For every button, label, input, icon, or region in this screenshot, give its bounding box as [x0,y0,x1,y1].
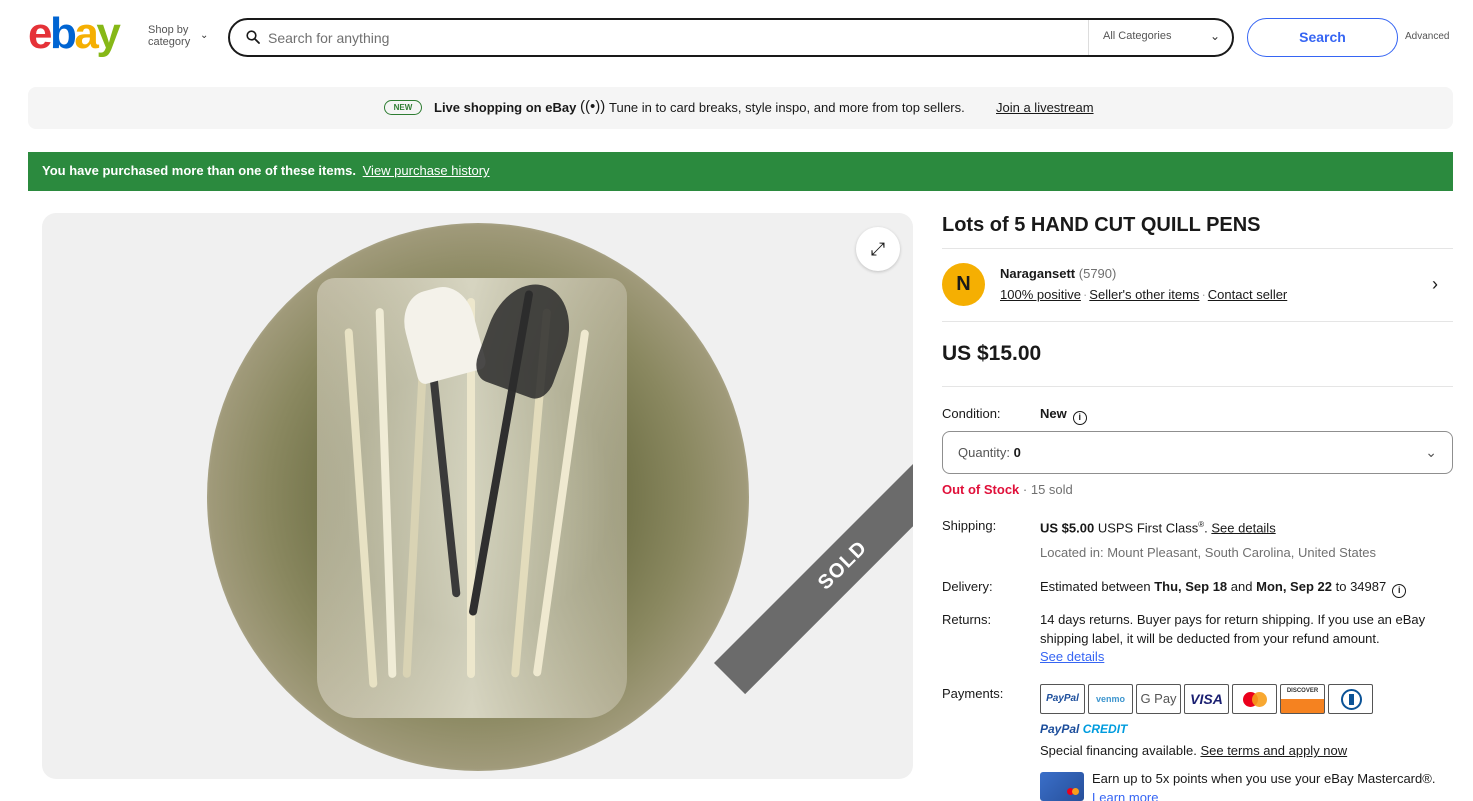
shipping-details-link[interactable]: See details [1211,520,1275,535]
shipping-service: USPS First Class [1097,520,1199,536]
search-bar: All Categories ⌄ [228,18,1234,57]
divider [942,248,1453,249]
shop-by-label: Shop by [148,24,189,36]
new-badge: NEW [384,100,422,115]
chevron-down-icon: ⌄ [1209,29,1220,43]
discover-icon: DISCOVER [1280,684,1325,714]
financing-row: Special financing available. See terms a… [1040,743,1347,758]
returns-line2: shipping label, it will be deducted from… [1040,631,1380,646]
condition-value-row: New i [1040,406,1087,425]
info-icon[interactable]: i [1072,411,1087,425]
advanced-search-link[interactable]: Advanced [1405,31,1449,42]
payments-label: Payments: [942,686,1004,701]
live-banner-text: Tune in to card breaks, style inspo, and… [609,100,965,115]
venmo-icon: venmo [1088,684,1133,714]
shipping-label: Shipping: [942,518,997,533]
category-label: category [148,36,191,48]
image-gallery[interactable]: ⤢ SOLD [42,213,913,779]
condition-label: Condition: [942,406,1001,421]
divider [942,321,1453,322]
chevron-down-icon: ⌄ [200,30,209,41]
seller-feedback-count: (5790) [1078,266,1117,281]
chevron-down-icon: ⌄ [1425,444,1437,460]
divider [942,386,1453,387]
seller-links: 100% positive · Seller's other items · Conta… [1000,287,1288,302]
search-button[interactable]: Search [1247,18,1398,57]
expand-icon[interactable]: ⤢ [856,227,900,271]
ebay-logo[interactable]: ebay [28,12,121,56]
delivery-zip: to 34987 [1335,579,1387,594]
item-location: Located in: Mount Pleasant, South Caroli… [1040,545,1377,560]
feather-vane [396,280,488,386]
delivery-date-start: Thu, Sep 18 [1154,579,1228,594]
search-input[interactable] [268,27,1068,49]
shipping-price: US $5.00 [1040,520,1095,536]
paypal-credit-credit: CREDIT [1082,722,1128,736]
paypal-credit-paypal: PayPal [1040,722,1080,736]
seller-avatar[interactable]: N [942,263,985,306]
search-icon [246,30,260,44]
delivery-pre: Estimated between [1040,579,1151,594]
alert-text: You have purchased more than one of thes… [42,163,356,178]
mastercard-icon [1232,684,1277,714]
broadcast-icon: ((•)) [580,98,606,115]
paypal-icon: PayPal [1040,684,1085,714]
delivery-label: Delivery: [942,579,993,594]
visa-icon: VISA [1184,684,1229,714]
quill-bag [317,272,627,718]
live-banner-title: Live shopping on eBay [434,100,577,115]
returns-line1: 14 days returns. Buyer pays for return s… [1040,612,1426,627]
returns-label: Returns: [942,612,992,627]
diners-club-icon [1328,684,1373,714]
seller-name[interactable]: Naragansett [1000,266,1075,281]
financing-text: Special financing available. [1040,743,1197,758]
live-shopping-banner: NEW Live shopping on eBay ((•)) Tune in … [28,87,1453,129]
condition-value: New [1040,406,1067,421]
quill [344,328,378,688]
delivery-and: and [1230,579,1253,594]
quantity-label: Quantity: [958,445,1011,460]
delivery-value: Estimated between Thu, Sep 18 and Mon, S… [1040,579,1407,598]
category-select[interactable]: All Categories ⌄ [1088,20,1232,55]
join-livestream-link[interactable]: Join a livestream [996,100,1094,115]
chevron-right-icon[interactable]: › [1432,274,1438,295]
view-purchase-history-link[interactable]: View purchase history [363,163,490,178]
out-of-stock-label: Out of Stock [942,482,1020,497]
paypal-credit-logo: PayPal CREDIT [1040,722,1127,736]
header: ebay Shop by category ⌄ All Categories ⌄… [0,0,1473,76]
contact-seller-link[interactable]: Contact seller [1208,287,1287,302]
sold-count: 15 sold [1030,482,1073,497]
mastercard-promo-text: Earn up to 5x points when you use your e… [1092,771,1436,786]
seller-other-items-link[interactable]: Seller's other items [1089,287,1199,302]
financing-link[interactable]: See terms and apply now [1200,743,1347,758]
item-photo[interactable] [207,223,749,771]
shop-by-category-button[interactable]: Shop by category ⌄ [148,24,208,48]
info-icon[interactable]: i [1392,584,1407,598]
quantity-select[interactable]: Quantity: 0 ⌄ [942,431,1453,474]
mastercard-learn-more-link[interactable]: Learn more [1092,790,1158,801]
seller-name-row: Naragansett (5790) [1000,266,1116,281]
purchase-alert: You have purchased more than one of thes… [28,152,1453,191]
feather-vane [470,272,584,404]
shipping-value: US $5.00 USPS First Class®. See details [1040,520,1276,536]
quill [375,307,397,679]
google-pay-icon: G Pay [1136,684,1181,714]
stock-status: Out of Stock · 15 sold [942,482,1073,497]
delivery-date-end: Mon, Sep 22 [1256,579,1332,594]
ebay-mastercard-icon [1040,772,1084,801]
quantity-value: 0 [1013,445,1021,460]
seller-positive-link[interactable]: 100% positive [1000,287,1081,302]
item-title: Lots of 5 HAND CUT QUILL PENS [942,214,1261,236]
item-price: US $15.00 [942,342,1042,365]
category-select-value: All Categories [1103,30,1172,42]
returns-details-link[interactable]: See details [1040,649,1104,664]
